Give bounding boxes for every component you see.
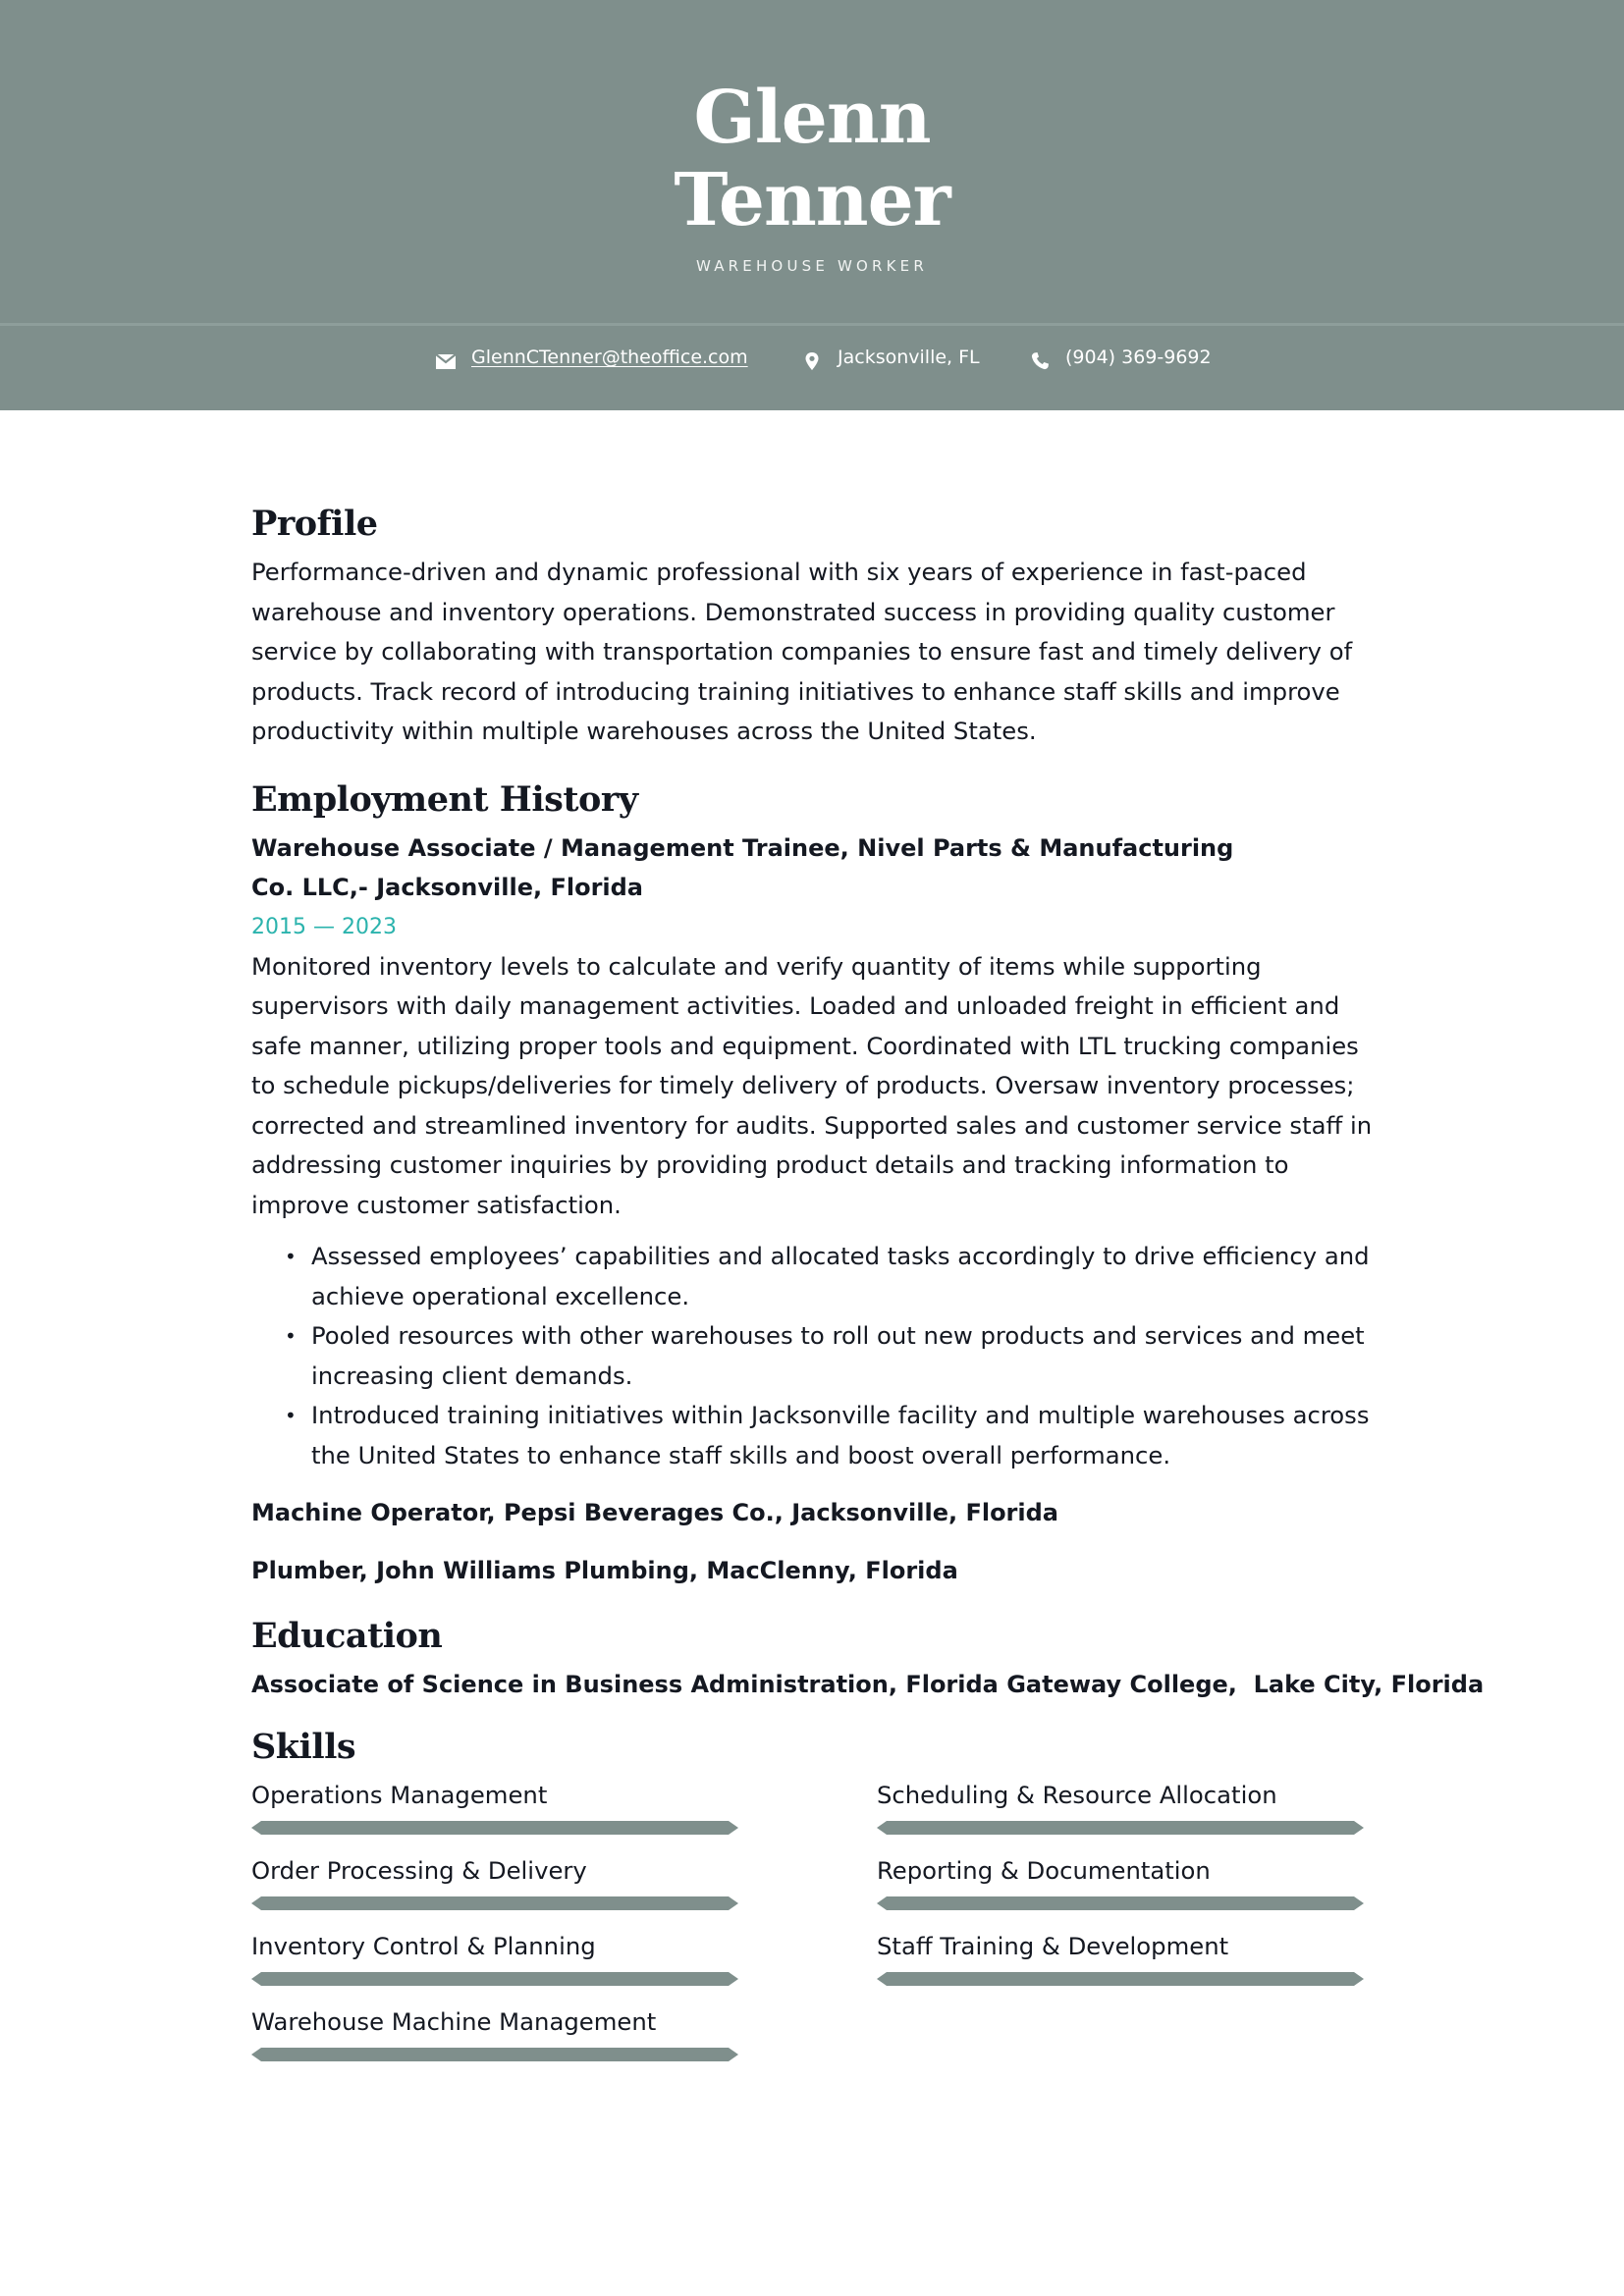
skill-label: Inventory Control & Planning <box>251 1931 596 1960</box>
skill-level-fill <box>251 1896 738 1910</box>
skill-level-fill <box>251 1971 738 1986</box>
job-title-1: Warehouse Associate / Management Trainee… <box>251 833 1234 902</box>
bullet-dot: • <box>285 1245 297 1268</box>
bullet-text: Assessed employees’ capabilities and all… <box>311 1242 1370 1310</box>
education-entry: Associate of Science in Business Adminis… <box>251 1671 1485 1698</box>
job-bullet: • Introduced training initiatives within … <box>251 1396 1380 1475</box>
skill-level-bar <box>877 1971 1364 1986</box>
skill-label: Operations Management <box>251 1780 548 1809</box>
skill-level-bar <box>877 1896 1364 1910</box>
skill-item: Staff Training & Development <box>877 1927 1368 2002</box>
job-description-1: Monitored inventory levels to calculate … <box>251 951 1373 1219</box>
contact-phone[interactable]: (904) 369-9692 <box>1028 346 1212 370</box>
skills-section: Skills Operations Management Scheduling &… <box>251 1719 1380 2078</box>
skill-item: Warehouse Machine Management <box>251 2002 877 2078</box>
bullet-dot: • <box>285 1324 297 1348</box>
skill-level-fill <box>877 1896 1364 1910</box>
employment-section: Employment History Warehouse Associate /… <box>251 772 1380 1591</box>
header-divider <box>0 323 1624 326</box>
last-name: Tenner <box>674 158 950 242</box>
skill-label: Warehouse Machine Management <box>251 2006 657 2036</box>
skills-heading: Skills <box>251 1726 356 1767</box>
profile-section: Profile Performance-driven and dynamic p… <box>251 496 1380 752</box>
skill-level-fill <box>877 1820 1364 1835</box>
first-name: Glenn <box>693 76 932 160</box>
phone-icon <box>1028 349 1052 373</box>
skill-level-bar <box>251 1896 738 1910</box>
job-title-2: Machine Operator, Pepsi Beverages Co., J… <box>251 1499 1058 1526</box>
skill-level-bar <box>877 1820 1364 1835</box>
education-heading: Education <box>251 1616 443 1656</box>
skill-label: Reporting & Documentation <box>877 1855 1211 1885</box>
resume-body: Profile Performance-driven and dynamic p… <box>251 496 1485 2078</box>
skill-item: Inventory Control & Planning <box>251 1927 877 2002</box>
location-text: Jacksonville, FL <box>838 347 980 368</box>
skill-level-fill <box>877 1971 1364 1986</box>
contact-location: Jacksonville, FL <box>800 346 980 370</box>
map-pin-icon <box>800 349 824 373</box>
education-section: Education Associate of Science in Busine… <box>251 1608 1485 1705</box>
skill-item: Scheduling & Resource Allocation <box>877 1776 1368 1851</box>
email-link[interactable]: GlennCTenner@theoffice.com <box>471 347 748 368</box>
skill-level-bar <box>251 1971 738 1986</box>
phone-text[interactable]: (904) 369-9692 <box>1065 347 1212 368</box>
skill-item: Order Processing & Delivery <box>251 1851 877 1927</box>
skill-level-fill <box>251 2047 738 2061</box>
employment-heading: Employment History <box>251 778 638 820</box>
bullet-text: Introduced training initiatives within J… <box>311 1401 1370 1469</box>
profile-heading: Profile <box>251 504 378 544</box>
job-dates-1: 2015 — 2023 <box>251 914 397 939</box>
skill-level-bar <box>251 1820 738 1835</box>
contact-row: GlennCTenner@theoffice.com Jacksonville,… <box>0 346 1624 381</box>
skill-item: Operations Management <box>251 1776 877 1851</box>
skill-level-bar <box>251 2047 738 2061</box>
resume-header: Glenn Tenner WAREHOUSE WORKER GlennCTenn… <box>0 0 1624 410</box>
skill-label: Scheduling & Resource Allocation <box>877 1780 1277 1809</box>
bullet-text: Pooled resources with other warehouses t… <box>311 1321 1365 1390</box>
skill-label: Order Processing & Delivery <box>251 1855 587 1885</box>
skills-grid: Operations Management Scheduling & Resour… <box>251 1776 1380 2078</box>
skill-level-fill <box>251 1820 738 1835</box>
job-title: WAREHOUSE WORKER <box>695 257 928 275</box>
job-bullets-1: • Assessed employees’ capabilities and al… <box>251 1237 1380 1475</box>
skill-item: Reporting & Documentation <box>877 1851 1368 1927</box>
job-bullet: • Pooled resources with other warehouses … <box>251 1316 1380 1396</box>
job-bullet: • Assessed employees’ capabilities and al… <box>251 1237 1380 1316</box>
skill-label: Staff Training & Development <box>877 1931 1229 1960</box>
envelope-icon <box>434 349 458 373</box>
profile-text: Performance-driven and dynamic professio… <box>251 558 1353 745</box>
job-title-3: Plumber, John Williams Plumbing, MacClen… <box>251 1556 958 1584</box>
contact-email[interactable]: GlennCTenner@theoffice.com <box>434 346 748 369</box>
bullet-dot: • <box>285 1404 297 1427</box>
